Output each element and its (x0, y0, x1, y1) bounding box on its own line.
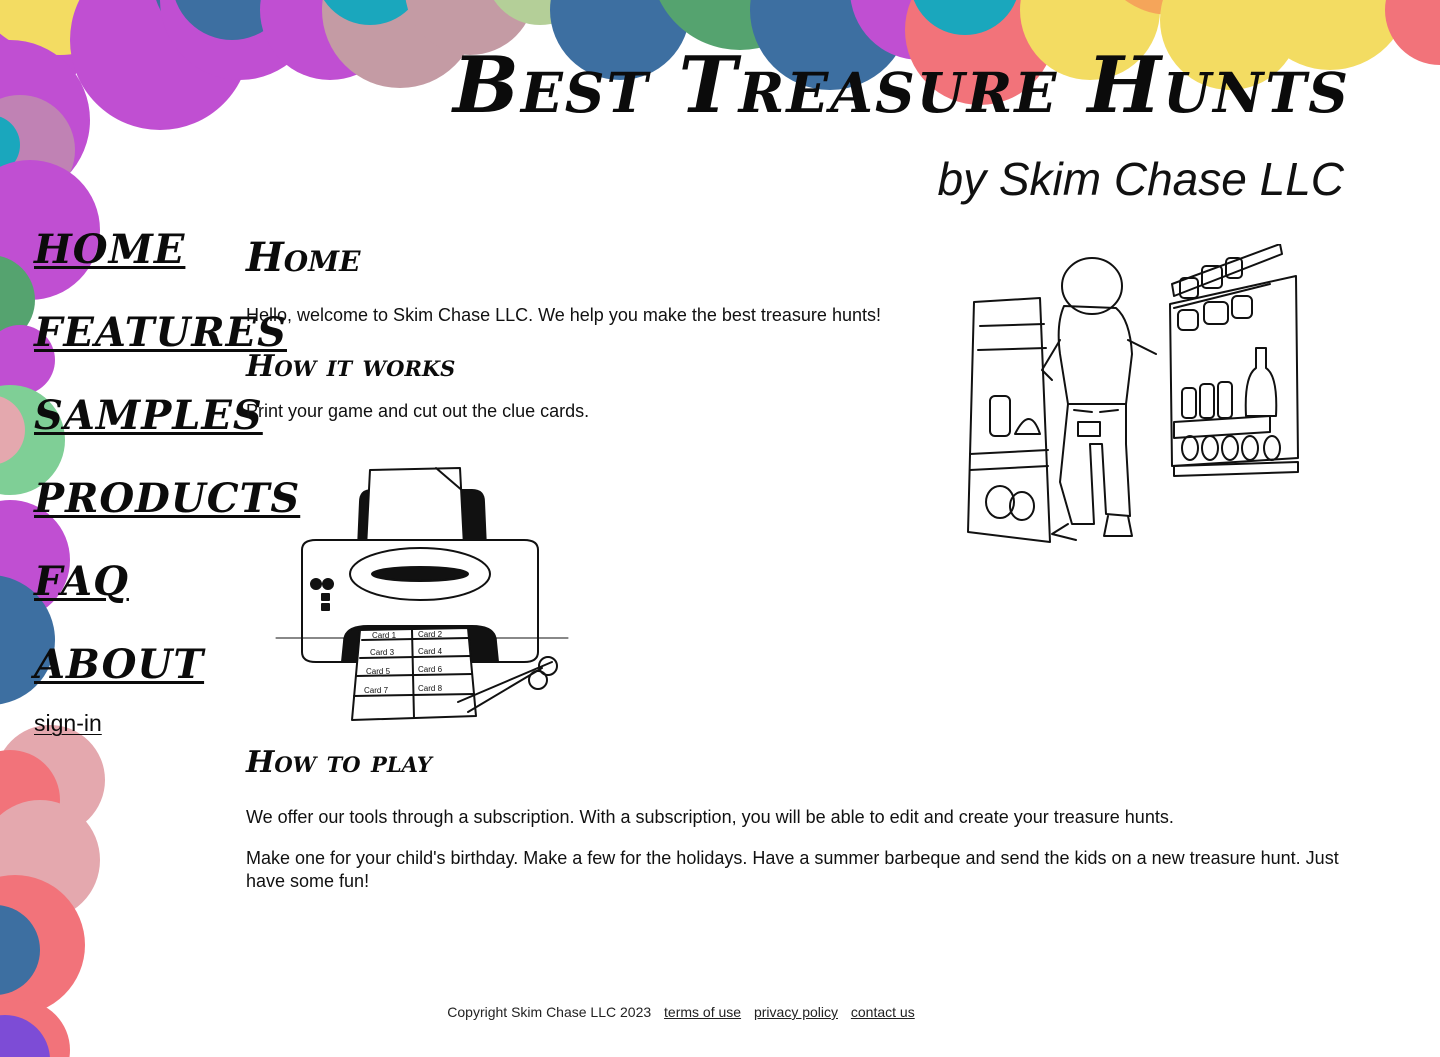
privacy-policy-link[interactable]: privacy policy (754, 1004, 838, 1020)
how-to-play-heading: How to play (246, 745, 432, 780)
site-title: Best Treasure Hunts (452, 40, 1350, 131)
child-at-fridge-illustration (967, 244, 1299, 543)
how-to-play-paragraph-1: We offer our tools through a subscriptio… (246, 807, 1174, 827)
nav-samples[interactable]: SAMPLES (34, 391, 262, 474)
how-to-play-paragraph-2: Make one for your child's birthday. Make… (246, 848, 1339, 891)
clue-card: Card 8 (418, 684, 443, 693)
clue-card: Card 1 (372, 631, 397, 640)
bg-blob (1385, 0, 1440, 65)
contact-us-link[interactable]: contact us (851, 1004, 915, 1020)
copyright-text: Copyright Skim Chase LLC 2023 (447, 1004, 652, 1020)
nav-home[interactable]: HOME (34, 225, 234, 308)
sign-in-link[interactable]: sign-in (34, 703, 234, 743)
site-subtitle: by Skim Chase LLC (937, 153, 1345, 205)
clue-card: Card 2 (418, 630, 443, 639)
side-navigation: HOME FEATURES SAMPLES PRODUCTS FAQ ABOUT… (34, 225, 299, 743)
terms-of-use-link[interactable]: terms of use (664, 1004, 741, 1020)
footer: Copyright Skim Chase LLC 2023 terms of u… (0, 1004, 1362, 1020)
clue-card: Card 4 (418, 647, 443, 656)
nav-faq[interactable]: FAQ (34, 557, 234, 640)
printer-with-clue-cards-illustration: Card 1 Card 2 Card 3 Card 4 Card 5 Card … (275, 467, 569, 721)
nav-features[interactable]: FEATURES (34, 308, 286, 391)
clue-card: Card 5 (366, 667, 391, 676)
clue-card: Card 7 (364, 686, 389, 695)
nav-products[interactable]: PRODUCTS (34, 474, 299, 557)
clue-card: Card 3 (370, 648, 395, 657)
clue-card: Card 6 (418, 665, 443, 674)
